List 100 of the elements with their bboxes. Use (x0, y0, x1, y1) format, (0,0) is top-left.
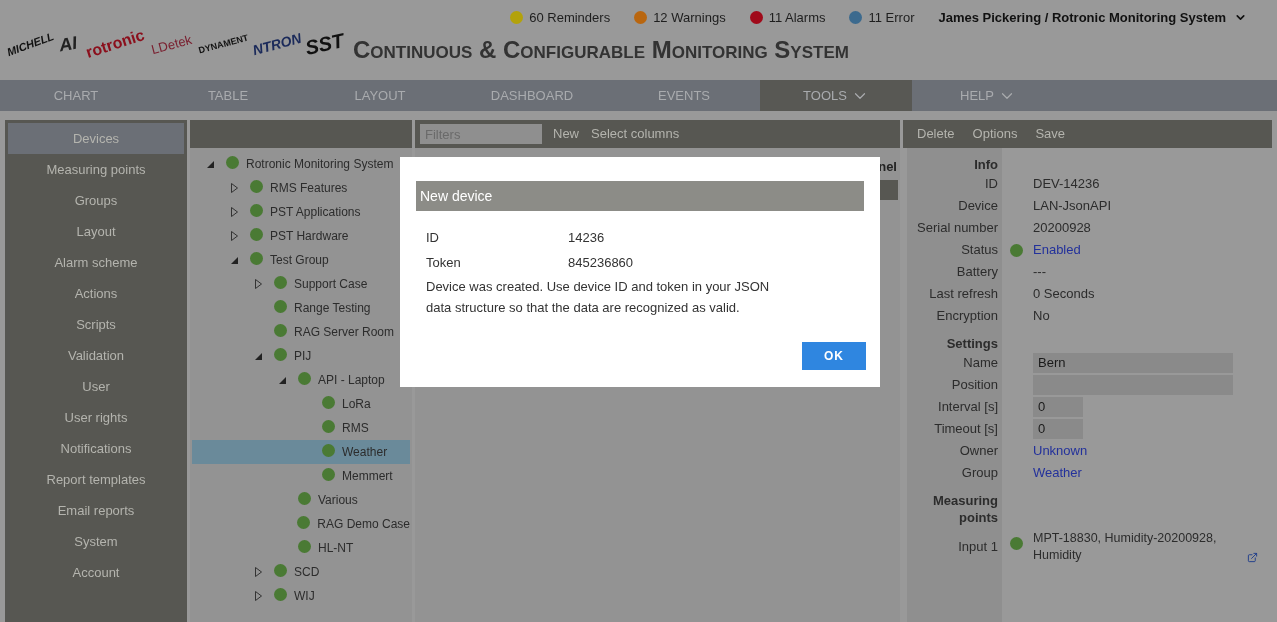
tree-item[interactable]: HL-NT (192, 536, 410, 560)
nav-tab[interactable]: EVENTS (608, 80, 760, 111)
nav-tab[interactable]: DASHBOARD (456, 80, 608, 111)
section-heading: Measuring points (932, 492, 998, 526)
app-title: Continuous & Configurable Monitoring System (353, 35, 849, 65)
tree-label: Range Testing (294, 300, 371, 317)
field-label: Device (958, 197, 998, 216)
external-link-icon[interactable] (1247, 552, 1258, 563)
tree-label: RAG Demo Case (317, 516, 410, 533)
tree-label: LoRa (342, 396, 371, 413)
logo-text: SST (302, 30, 346, 58)
sidebar-item[interactable]: System (8, 526, 184, 557)
tree-item[interactable]: Rotronic Monitoring System (192, 152, 410, 176)
sidebar-item[interactable]: User (8, 371, 184, 402)
sidebar-item[interactable]: Email reports (8, 495, 184, 526)
dialog-value: 845236860 (568, 253, 634, 272)
tree-item[interactable]: PIJ (192, 344, 410, 368)
status-link[interactable]: Enabled (1033, 240, 1081, 260)
status-count[interactable]: 12 Warnings (653, 7, 726, 28)
sidebar-item[interactable]: Scripts (8, 309, 184, 340)
nav-tab[interactable]: HELP (912, 80, 1064, 111)
expand-triangle-icon[interactable] (230, 231, 238, 241)
ok-button[interactable]: OK (802, 342, 866, 370)
expand-triangle-icon[interactable] (230, 207, 238, 217)
logo-text: NTRON (251, 30, 303, 58)
tree-item[interactable]: RMS (192, 416, 410, 440)
nav-tab[interactable]: TOOLS (760, 80, 912, 111)
toolbar-button[interactable]: New (552, 124, 580, 144)
nav-tab[interactable]: LAYOUT (304, 80, 456, 111)
dialog-title: New device (416, 181, 864, 211)
tree-label: Various (318, 492, 358, 509)
tree-label: PIJ (294, 348, 312, 365)
toolbar-button[interactable]: Save (1035, 124, 1066, 144)
toolbar-button[interactable]: Delete (917, 124, 955, 144)
collapse-triangle-icon[interactable] (206, 160, 214, 168)
tree-label: Rotronic Monitoring System (246, 156, 394, 173)
field-label: ID (985, 175, 998, 194)
sidebar-item[interactable]: Report templates (8, 464, 184, 495)
tree-item[interactable]: RAG Server Room (192, 320, 410, 344)
tree-item[interactable]: Memmert (192, 464, 410, 488)
status-count[interactable]: 11 Error (868, 7, 915, 28)
tree-label: PST Hardware (270, 228, 349, 245)
tree-item[interactable]: LoRa (192, 392, 410, 416)
sidebar-item[interactable]: Actions (8, 278, 184, 309)
tree-label: RAG Server Room (294, 324, 395, 341)
expand-triangle-icon[interactable] (254, 567, 262, 577)
sidebar-item[interactable]: Measuring points (8, 154, 184, 185)
field-value: DEV-14236 (1033, 175, 1100, 194)
tree-item[interactable]: Various (192, 488, 410, 512)
sidebar-item[interactable]: Validation (8, 340, 184, 371)
sidebar-item[interactable]: Devices (8, 123, 184, 154)
tree-label: API - Laptop (318, 372, 385, 389)
status-count[interactable]: 11 Alarms (768, 7, 826, 28)
collapse-triangle-icon[interactable] (278, 376, 286, 384)
logo-text: AI (57, 33, 79, 55)
nav-tab[interactable]: CHART (0, 80, 152, 111)
sidebar-item[interactable]: Alarm scheme (8, 247, 184, 278)
tree-item[interactable]: Weather (192, 440, 410, 464)
tree-item[interactable]: RAG Demo Case (192, 512, 410, 536)
number-field[interactable]: 0 (1033, 419, 1083, 439)
tree-label: Test Group (270, 252, 329, 269)
tree-label: RMS Features (270, 180, 348, 197)
toolbar-button[interactable]: Select columns (590, 124, 681, 144)
dialog-label: ID (426, 228, 440, 247)
field-value: 0 Seconds (1033, 285, 1095, 304)
field-label: Last refresh (929, 285, 998, 304)
tree-item[interactable]: PST Hardware (192, 224, 410, 248)
tree-item[interactable]: API - Laptop (192, 368, 410, 392)
collapse-triangle-icon[interactable] (254, 352, 262, 360)
sidebar-item[interactable]: Layout (8, 216, 184, 247)
tree-label: PST Applications (270, 204, 361, 221)
field-label: Position (951, 376, 998, 395)
tree-item[interactable]: SCD (192, 560, 410, 584)
tree-item[interactable]: PST Applications (192, 200, 410, 224)
toolbar-button[interactable]: Options (972, 124, 1018, 144)
field-label: Interval [s] (938, 398, 998, 417)
number-field[interactable]: 0 (1033, 397, 1083, 417)
nav-tab[interactable]: TABLE (152, 80, 304, 111)
field-link[interactable]: Unknown (1033, 441, 1088, 461)
expand-triangle-icon[interactable] (254, 279, 262, 289)
tree-item[interactable]: WIJ (192, 584, 410, 608)
sidebar-item[interactable]: Account (8, 557, 184, 588)
field-label: Status (961, 241, 998, 260)
tree-item[interactable]: RMS Features (192, 176, 410, 200)
user-menu[interactable]: James Pickering / Rotronic Monitoring System (938, 7, 1226, 28)
sidebar-item[interactable]: User rights (8, 402, 184, 433)
field-label: Input 1 (958, 538, 998, 557)
expand-triangle-icon[interactable] (254, 591, 262, 601)
text-field[interactable]: Bern (1033, 353, 1233, 373)
sidebar-item[interactable]: Notifications (8, 433, 184, 464)
field-label: Owner (959, 442, 998, 461)
expand-triangle-icon[interactable] (230, 183, 238, 193)
sidebar-item[interactable]: Groups (8, 185, 184, 216)
tree-item[interactable]: Support Case (192, 272, 410, 296)
tree-item[interactable]: Range Testing (192, 296, 410, 320)
dialog-value: 14236 (568, 228, 605, 247)
status-count[interactable]: 60 Reminders (529, 7, 611, 28)
tree-item[interactable]: Test Group (192, 248, 410, 272)
field-link[interactable]: Weather (1033, 463, 1082, 483)
collapse-triangle-icon[interactable] (230, 256, 238, 264)
